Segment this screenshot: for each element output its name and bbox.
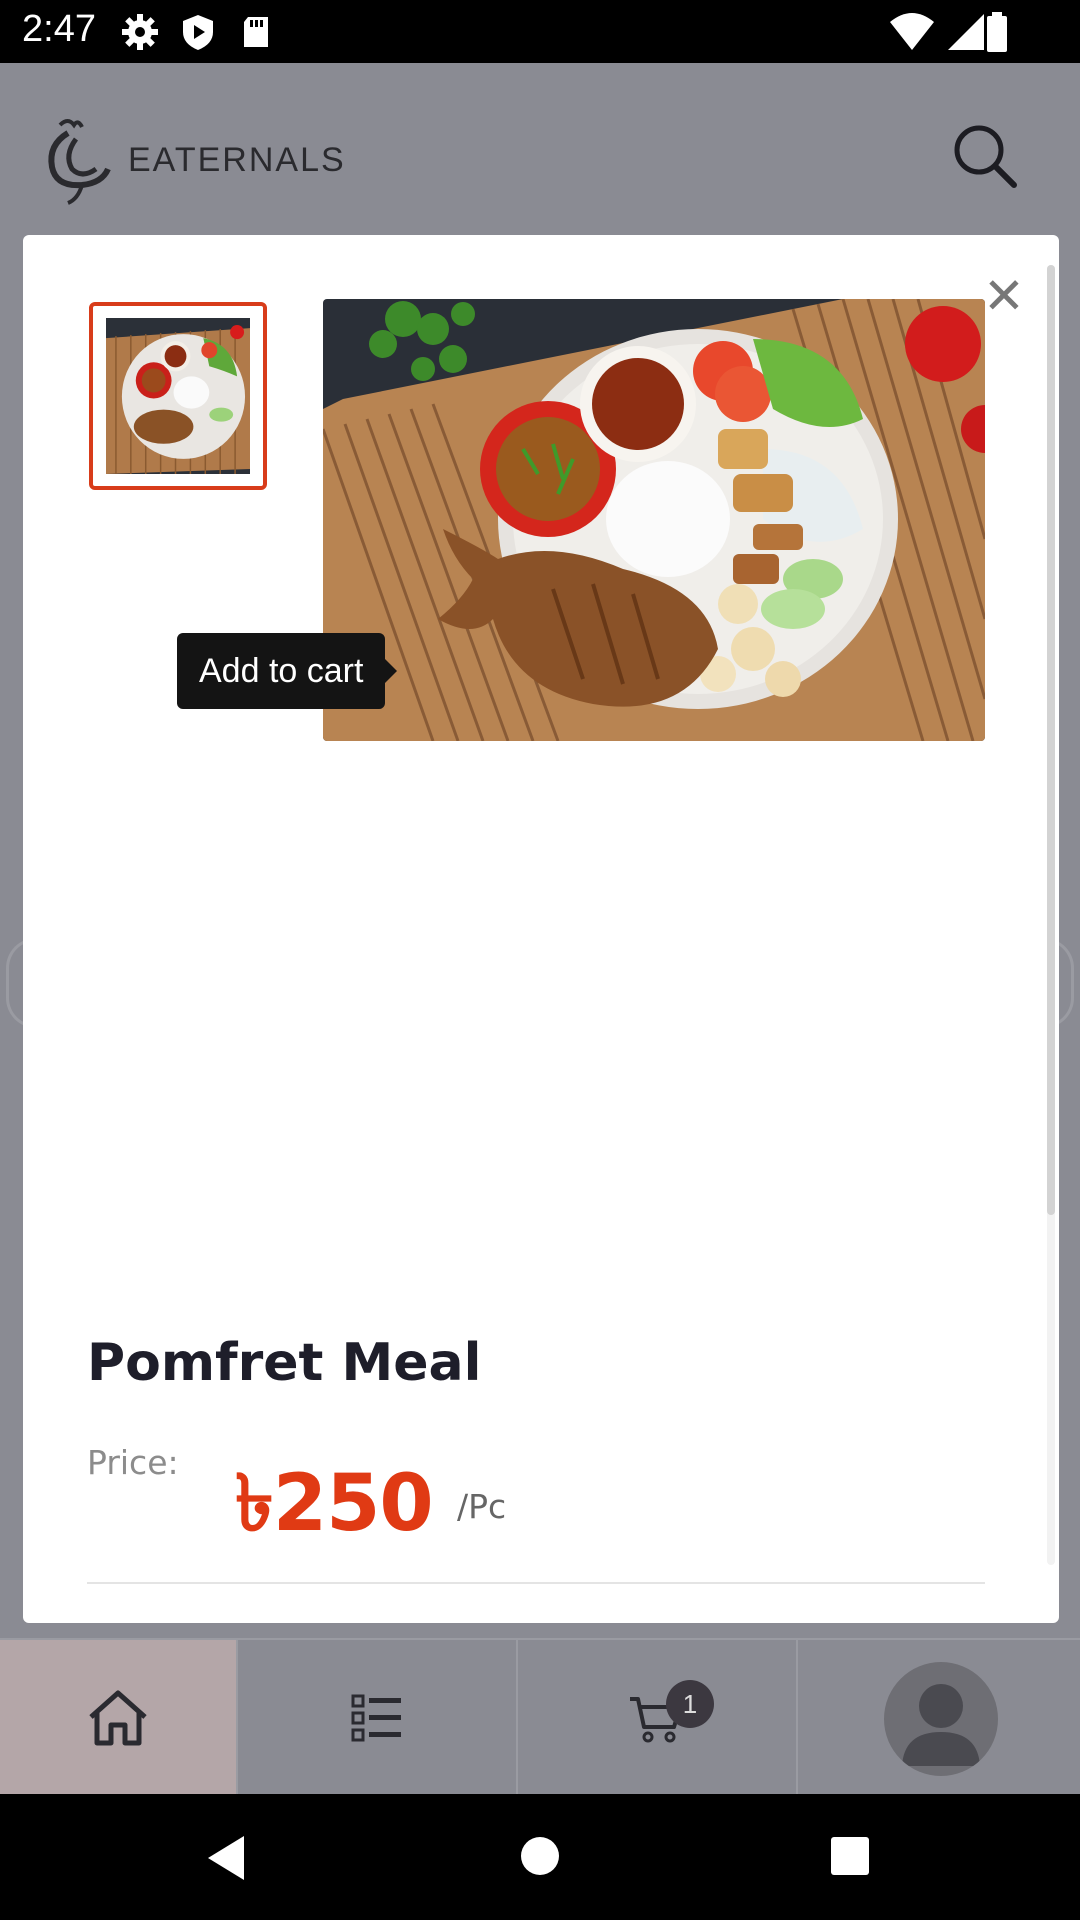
price-unit: /Pc — [457, 1487, 507, 1526]
logo-text: EATERNALS — [128, 141, 346, 179]
product-title: Pomfret Meal — [87, 1333, 482, 1393]
scrollbar-thumb[interactable] — [1047, 265, 1055, 1215]
sd-card-icon — [244, 17, 268, 47]
modal-scrollbar[interactable] — [1047, 265, 1055, 1565]
pomfret-meal-thumbnail-image — [106, 318, 250, 474]
list-icon — [351, 1694, 401, 1742]
cart-count-badge: 1 — [666, 1680, 714, 1728]
recents-icon[interactable] — [830, 1836, 870, 1876]
product-thumbnail[interactable] — [89, 302, 267, 490]
cell-signal-icon — [948, 14, 984, 50]
add-to-cart-tooltip: Add to cart — [177, 633, 398, 709]
nav-categories[interactable] — [238, 1640, 518, 1796]
tooltip-text: Add to cart — [199, 652, 364, 690]
avatar-icon — [902, 1684, 980, 1766]
price-value: ৳250 — [235, 1459, 434, 1549]
back-icon[interactable] — [204, 1834, 246, 1882]
status-bar: 2:47 — [0, 0, 1080, 63]
pomfret-meal-main-image — [323, 299, 985, 741]
search-icon[interactable] — [950, 121, 1020, 191]
close-icon[interactable]: ✕ — [981, 271, 1027, 321]
system-navigation-bar — [0, 1794, 1080, 1920]
nav-home[interactable] — [0, 1640, 238, 1796]
divider — [87, 1582, 985, 1584]
avatar[interactable] — [884, 1662, 998, 1776]
status-time: 2:47 — [22, 8, 96, 50]
rooster-logo-icon — [48, 119, 111, 205]
battery-icon — [987, 12, 1007, 52]
wifi-icon — [890, 13, 934, 50]
home-icon — [89, 1690, 147, 1746]
app-header: EATERNALS — [0, 63, 1080, 248]
brand-logo[interactable]: EATERNALS — [38, 115, 368, 205]
home-circle-icon[interactable] — [520, 1836, 560, 1876]
gear-icon — [122, 14, 158, 50]
nav-cart[interactable] — [518, 1640, 798, 1796]
tooltip-arrow — [385, 659, 398, 683]
product-quick-view-modal: ✕ Add to cart Pomfret Meal Price: ৳250 /… — [23, 235, 1059, 1623]
product-main-image[interactable] — [323, 299, 985, 741]
price-label: Price: — [87, 1443, 179, 1482]
play-protect-icon — [183, 15, 213, 50]
